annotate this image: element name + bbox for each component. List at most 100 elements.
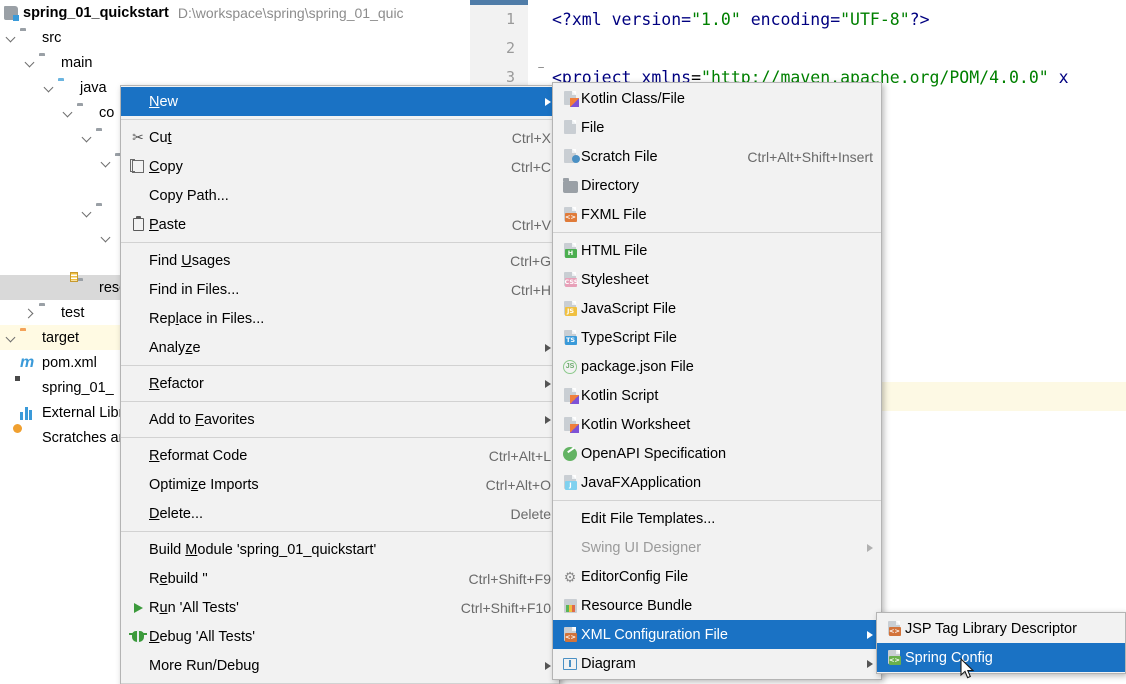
menu-item[interactable]: <>Spring Config bbox=[877, 643, 1125, 672]
menu-item[interactable]: Delete... Delete bbox=[121, 499, 559, 528]
xml-configuration-submenu[interactable]: <>JSP Tag Library Descriptor<>Spring Con… bbox=[876, 612, 1126, 674]
menu-item[interactable]: Kotlin Class/File bbox=[553, 84, 881, 113]
menu-item[interactable]: <>FXML File bbox=[553, 200, 881, 229]
menu-item-label: Swing UI Designer bbox=[581, 540, 853, 556]
menu-item-label: File bbox=[581, 120, 873, 136]
menu-item-shortcut: Delete bbox=[511, 506, 551, 522]
editor-tab-strip bbox=[470, 0, 528, 5]
menu-item[interactable]: Scratch FileCtrl+Alt+Shift+Insert bbox=[553, 142, 881, 171]
menu-item-label: Stylesheet bbox=[581, 272, 873, 288]
libraries-icon bbox=[20, 405, 36, 421]
menu-item-label: Delete... bbox=[149, 506, 485, 522]
menu-item[interactable]: <>JSP Tag Library Descriptor bbox=[877, 614, 1125, 643]
menu-item-shortcut: Ctrl+G bbox=[510, 253, 551, 269]
debug-icon bbox=[127, 631, 149, 642]
kotlin-script-icon bbox=[559, 388, 581, 403]
menu-item-label: JSP Tag Library Descriptor bbox=[905, 621, 1117, 637]
menu-item[interactable]: Diagram bbox=[553, 649, 881, 678]
menu-item[interactable]: Find in Files...Ctrl+H bbox=[121, 275, 559, 304]
menu-item[interactable]: OpenAPI Specification bbox=[553, 439, 881, 468]
menu-item[interactable]: Add to Favorites bbox=[121, 405, 559, 434]
menu-item[interactable]: Kotlin Script bbox=[553, 381, 881, 410]
menu-separator bbox=[121, 437, 559, 438]
chevron-down-icon[interactable] bbox=[4, 331, 18, 345]
menu-item[interactable]: ✂CutCtrl+X bbox=[121, 123, 559, 152]
menu-item[interactable]: JSJavaScript File bbox=[553, 294, 881, 323]
new-submenu[interactable]: Kotlin Class/File File Scratch FileCtrl+Al… bbox=[552, 82, 882, 680]
menu-item[interactable]: CSSStylesheet bbox=[553, 265, 881, 294]
tree-item-label: java bbox=[80, 80, 107, 96]
menu-item[interactable]: Resource Bundle bbox=[553, 591, 881, 620]
menu-item[interactable]: JJavaFXApplication bbox=[553, 468, 881, 497]
menu-item-shortcut: Ctrl+X bbox=[512, 130, 551, 146]
menu-item-shortcut: Ctrl+Alt+L bbox=[489, 448, 551, 464]
menu-item[interactable]: File bbox=[553, 113, 881, 142]
menu-item-label: Scratch File bbox=[581, 149, 721, 165]
menu-item[interactable]: HHTML File bbox=[553, 236, 881, 265]
menu-item[interactable]: Run 'All Tests'Ctrl+Shift+F10 bbox=[121, 593, 559, 622]
menu-item-label: Build Module 'spring_01_quickstart' bbox=[149, 542, 551, 558]
menu-item-label: Copy Path... bbox=[149, 188, 551, 204]
menu-item-label: Spring Config bbox=[905, 650, 1117, 666]
menu-item-label: HTML File bbox=[581, 243, 873, 259]
tree-item-label: External Libra bbox=[42, 405, 131, 421]
chevron-right-icon[interactable] bbox=[23, 306, 37, 320]
menu-item[interactable]: JSpackage.json File bbox=[553, 352, 881, 381]
chevron-down-icon[interactable] bbox=[80, 131, 94, 145]
menu-item[interactable]: Reformat CodeCtrl+Alt+L bbox=[121, 441, 559, 470]
menu-item[interactable]: CopyCtrl+C bbox=[121, 152, 559, 181]
submenu-arrow-icon bbox=[867, 631, 873, 639]
css-file-icon: CSS bbox=[559, 272, 581, 287]
menu-item[interactable]: Refactor bbox=[121, 369, 559, 398]
menu-item[interactable]: Replace in Files... bbox=[121, 304, 559, 333]
scratch-file-icon bbox=[559, 149, 581, 164]
menu-item-label: Optimize Imports bbox=[149, 477, 460, 493]
ide-window: spring_01_quickstart D:\workspace\spring… bbox=[0, 0, 1126, 684]
copy-icon bbox=[127, 160, 149, 173]
menu-item-label: Resource Bundle bbox=[581, 598, 873, 614]
menu-item[interactable]: Copy Path... bbox=[121, 181, 559, 210]
menu-item[interactable]: PasteCtrl+V bbox=[121, 210, 559, 239]
menu-item[interactable]: Kotlin Worksheet bbox=[553, 410, 881, 439]
chevron-down-icon[interactable] bbox=[23, 56, 37, 70]
iml-icon bbox=[20, 380, 36, 396]
chevron-down-icon[interactable] bbox=[61, 106, 75, 120]
tree-row[interactable]: main bbox=[0, 50, 470, 75]
chevron-down-icon[interactable] bbox=[80, 206, 94, 220]
javafx-file-icon: J bbox=[559, 475, 581, 490]
menu-item[interactable]: <>XML Configuration File bbox=[553, 620, 881, 649]
chevron-down-icon[interactable] bbox=[42, 81, 56, 95]
tree-item-label: src bbox=[42, 30, 61, 46]
menu-item-label: Find Usages bbox=[149, 253, 484, 269]
menu-item[interactable]: TSTypeScript File bbox=[553, 323, 881, 352]
maven-icon: m bbox=[20, 355, 36, 371]
folder-grey-icon bbox=[39, 55, 55, 71]
menu-item[interactable]: Build Module 'spring_01_quickstart' bbox=[121, 535, 559, 564]
project-path: D:\workspace\spring\spring_01_quic bbox=[178, 5, 404, 21]
menu-item[interactable]: Debug 'All Tests' bbox=[121, 622, 559, 651]
chevron-down-icon[interactable] bbox=[4, 31, 18, 45]
chevron-down-icon[interactable] bbox=[99, 156, 113, 170]
menu-item-label: Paste bbox=[149, 217, 486, 233]
tree-row[interactable]: src bbox=[0, 25, 470, 50]
menu-item[interactable]: Find Usages Ctrl+G bbox=[121, 246, 559, 275]
menu-item[interactable]: Rebuild ''Ctrl+Shift+F9 bbox=[121, 564, 559, 593]
html-file-icon: H bbox=[559, 243, 581, 258]
tree-spacer bbox=[4, 356, 18, 370]
menu-item[interactable]: Directory bbox=[553, 171, 881, 200]
menu-item-label: JavaScript File bbox=[581, 301, 873, 317]
tree-item-label: target bbox=[42, 330, 79, 346]
menu-item[interactable]: New bbox=[121, 87, 559, 116]
kotlin-file-icon bbox=[559, 91, 581, 106]
submenu-arrow-icon bbox=[545, 380, 551, 388]
chevron-down-icon[interactable] bbox=[99, 231, 113, 245]
menu-item[interactable]: Optimize ImportsCtrl+Alt+O bbox=[121, 470, 559, 499]
menu-item-label: JavaFXApplication bbox=[581, 475, 873, 491]
project-root-row[interactable]: spring_01_quickstart D:\workspace\spring… bbox=[0, 0, 470, 25]
menu-item[interactable]: More Run/Debug bbox=[121, 651, 559, 680]
menu-item-label: Refactor bbox=[149, 376, 531, 392]
menu-item[interactable]: Edit File Templates... bbox=[553, 504, 881, 533]
project-context-menu[interactable]: New ✂CutCtrl+XCopyCtrl+C Copy Path... Paste… bbox=[120, 85, 560, 684]
menu-item[interactable]: ⚙EditorConfig File bbox=[553, 562, 881, 591]
menu-item[interactable]: Analyze bbox=[121, 333, 559, 362]
